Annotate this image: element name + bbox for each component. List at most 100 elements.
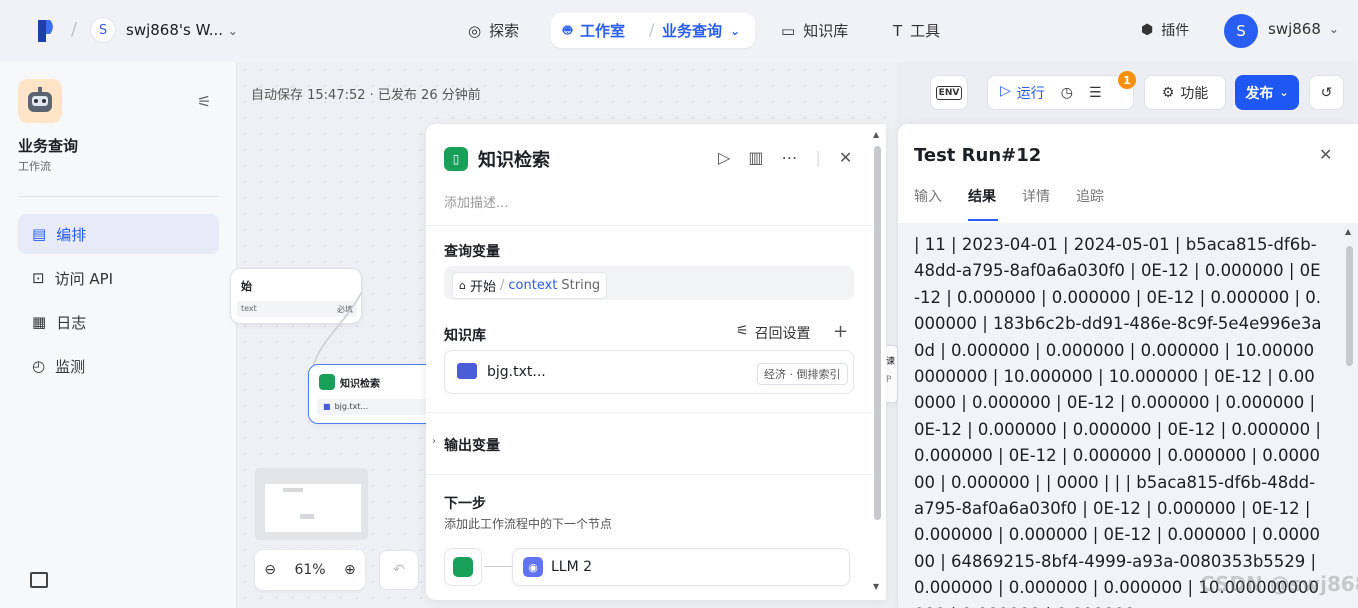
sidebar-item-monitor[interactable]: ◴ 监测 bbox=[18, 346, 219, 386]
minimap-node bbox=[300, 514, 314, 519]
nav-studio[interactable]: 🤖︎ 工作室 bbox=[563, 20, 625, 41]
workspace-switcher[interactable]: swj868's W... ⌄ bbox=[126, 21, 238, 39]
undo-icon: ↶ bbox=[393, 562, 405, 578]
book-icon: ▯ bbox=[444, 147, 468, 171]
scroll-down-icon[interactable]: ▼ bbox=[873, 582, 879, 591]
version-history-button[interactable]: ↺ bbox=[1309, 75, 1344, 110]
nav-tools[interactable]: T 工具 bbox=[893, 20, 940, 41]
gauge-icon: ◴ bbox=[32, 357, 46, 375]
scroll-up-icon[interactable]: ▲ bbox=[873, 130, 879, 139]
sidebar-item-api[interactable]: ⊡ 访问 API bbox=[18, 258, 219, 298]
sliders-icon: ⚟ bbox=[736, 323, 749, 339]
workspace-avatar[interactable]: S bbox=[90, 17, 116, 43]
divider bbox=[426, 474, 873, 475]
undo-button[interactable]: ↶ bbox=[379, 550, 419, 590]
play-icon: ▷ bbox=[1000, 82, 1011, 99]
issues-badge: 1 bbox=[1118, 71, 1136, 89]
play-icon[interactable]: ▷ bbox=[718, 148, 730, 167]
cube-icon: ⬢ bbox=[1141, 22, 1154, 38]
sidebar-item-logs[interactable]: ▦ 日志 bbox=[18, 302, 219, 342]
active-tab-indicator bbox=[968, 219, 998, 221]
run-tabs: 输入 结果 详情 追踪 bbox=[914, 186, 1104, 206]
minimap-viewport bbox=[265, 484, 361, 532]
autosave-status: 自动保存 15:47:52 · 已发布 26 分钟前 bbox=[251, 88, 481, 103]
env-button[interactable]: ENV bbox=[930, 75, 968, 110]
side-node[interactable]: 谏P bbox=[884, 345, 898, 403]
tab-input[interactable]: 输入 bbox=[914, 186, 942, 206]
sidebar-item-label: 日志 bbox=[56, 313, 87, 332]
panel-title[interactable]: 知识检索 bbox=[478, 146, 550, 172]
query-var-chip[interactable]: ⌂ 开始 / context String bbox=[452, 272, 608, 299]
sidebar-item-label: 编排 bbox=[56, 225, 87, 244]
user-avatar[interactable]: S bbox=[1224, 14, 1258, 48]
app-icon bbox=[18, 79, 62, 123]
scroll-up-icon[interactable]: ▲ bbox=[1345, 227, 1351, 236]
minimap[interactable] bbox=[255, 468, 368, 540]
nav-plugins[interactable]: ⬢ 插件 bbox=[1141, 20, 1189, 40]
knowledge-node[interactable]: 知识检索 ■ bjg.txt... bbox=[308, 364, 438, 424]
kb-item[interactable]: bjg.txt... 经济 · 倒排索引 bbox=[444, 350, 854, 394]
more-icon[interactable]: ⋯ bbox=[781, 148, 797, 167]
recall-settings-button[interactable]: ⚟ 召回设置 bbox=[736, 323, 811, 343]
tab-detail[interactable]: 详情 bbox=[1022, 186, 1050, 206]
env-label: ENV bbox=[935, 85, 963, 100]
breadcrumb-separator: / bbox=[71, 19, 78, 40]
history-icon[interactable]: ◷ bbox=[1061, 85, 1073, 101]
nav-studio-label: 工作室 bbox=[580, 22, 626, 40]
tab-trace[interactable]: 追踪 bbox=[1076, 186, 1104, 206]
robot-face-icon bbox=[28, 87, 52, 112]
zoom-controls: ⊖ 61% ⊕ bbox=[255, 550, 365, 590]
nav-app-dropdown[interactable]: 业务查询 ⌄ bbox=[662, 20, 740, 41]
nav-knowledge[interactable]: ▭ 知识库 bbox=[781, 20, 848, 41]
sidebar-divider bbox=[18, 196, 219, 197]
chevron-right-icon[interactable]: › bbox=[432, 436, 436, 447]
divider: | bbox=[815, 148, 821, 167]
close-icon[interactable]: ✕ bbox=[839, 148, 852, 167]
output-var-label[interactable]: 输出变量 bbox=[444, 435, 500, 455]
nav-explore[interactable]: ◎ 探索 bbox=[468, 20, 519, 41]
query-var-field[interactable]: ⌂ 开始 / context String bbox=[444, 266, 854, 300]
node-config-panel: ▯ 知识检索 ▷ ▥ ⋯ | ✕ 添加描述... 查询变量 ⌂ 开始 / cont… bbox=[426, 124, 886, 600]
side-node-sub: P bbox=[886, 375, 892, 385]
user-name: swj868 bbox=[1268, 20, 1321, 38]
sidebar-item-label: 监测 bbox=[55, 357, 86, 376]
next-step-label: 下一步 bbox=[444, 496, 486, 512]
terminal-icon: ⊡ bbox=[32, 269, 45, 287]
kb-label: 知识库 bbox=[444, 328, 486, 344]
features-button[interactable]: ⚙ 功能 bbox=[1144, 75, 1226, 110]
nav-knowledge-label: 知识库 bbox=[803, 22, 849, 40]
history-icon: ↺ bbox=[1320, 84, 1333, 101]
description-input[interactable]: 添加描述... bbox=[444, 192, 508, 211]
nav-app-label: 业务查询 bbox=[662, 22, 723, 40]
zoom-out-icon[interactable]: ⊖ bbox=[264, 562, 276, 578]
publish-button[interactable]: 发布 ⌄ bbox=[1235, 75, 1299, 110]
folder-icon bbox=[457, 363, 477, 379]
add-kb-icon[interactable]: + bbox=[833, 321, 848, 342]
kr-node-file: bjg.txt... bbox=[334, 402, 369, 411]
query-source: 开始 bbox=[469, 280, 496, 295]
sliders-icon[interactable]: ⚟ bbox=[197, 92, 211, 111]
result-scrollbar[interactable] bbox=[1346, 246, 1353, 366]
zoom-level: 61% bbox=[294, 562, 326, 578]
docs-icon[interactable]: ▥ bbox=[748, 148, 763, 167]
tab-result[interactable]: 结果 bbox=[968, 186, 996, 206]
sidebar-item-label: 访问 API bbox=[54, 269, 114, 288]
run-button[interactable]: ▷ 运行 bbox=[1000, 83, 1045, 103]
checklist-icon[interactable]: ☰ bbox=[1089, 85, 1102, 101]
user-menu[interactable]: swj868 ⌄ bbox=[1268, 20, 1339, 38]
sidebar-item-orchestrate[interactable]: ▤ 编排 bbox=[18, 214, 219, 254]
minimap-node bbox=[283, 488, 303, 492]
next-node-llm[interactable]: ◉ LLM 2 bbox=[512, 548, 850, 586]
app-logo[interactable] bbox=[34, 18, 62, 44]
divider bbox=[426, 225, 873, 226]
zoom-in-icon[interactable]: ⊕ bbox=[344, 562, 356, 578]
close-icon[interactable]: ✕ bbox=[1319, 145, 1332, 164]
panel-scrollbar[interactable] bbox=[874, 146, 881, 520]
side-node-title: 谏 bbox=[886, 357, 896, 367]
start-node-title: 始 bbox=[241, 280, 252, 293]
kb-file-name: bjg.txt... bbox=[487, 364, 546, 380]
nav-plugins-label: 插件 bbox=[1161, 23, 1190, 39]
book-icon: ▭ bbox=[781, 21, 796, 40]
collapse-sidebar-icon[interactable] bbox=[30, 572, 48, 588]
start-var-name: text bbox=[241, 304, 257, 313]
